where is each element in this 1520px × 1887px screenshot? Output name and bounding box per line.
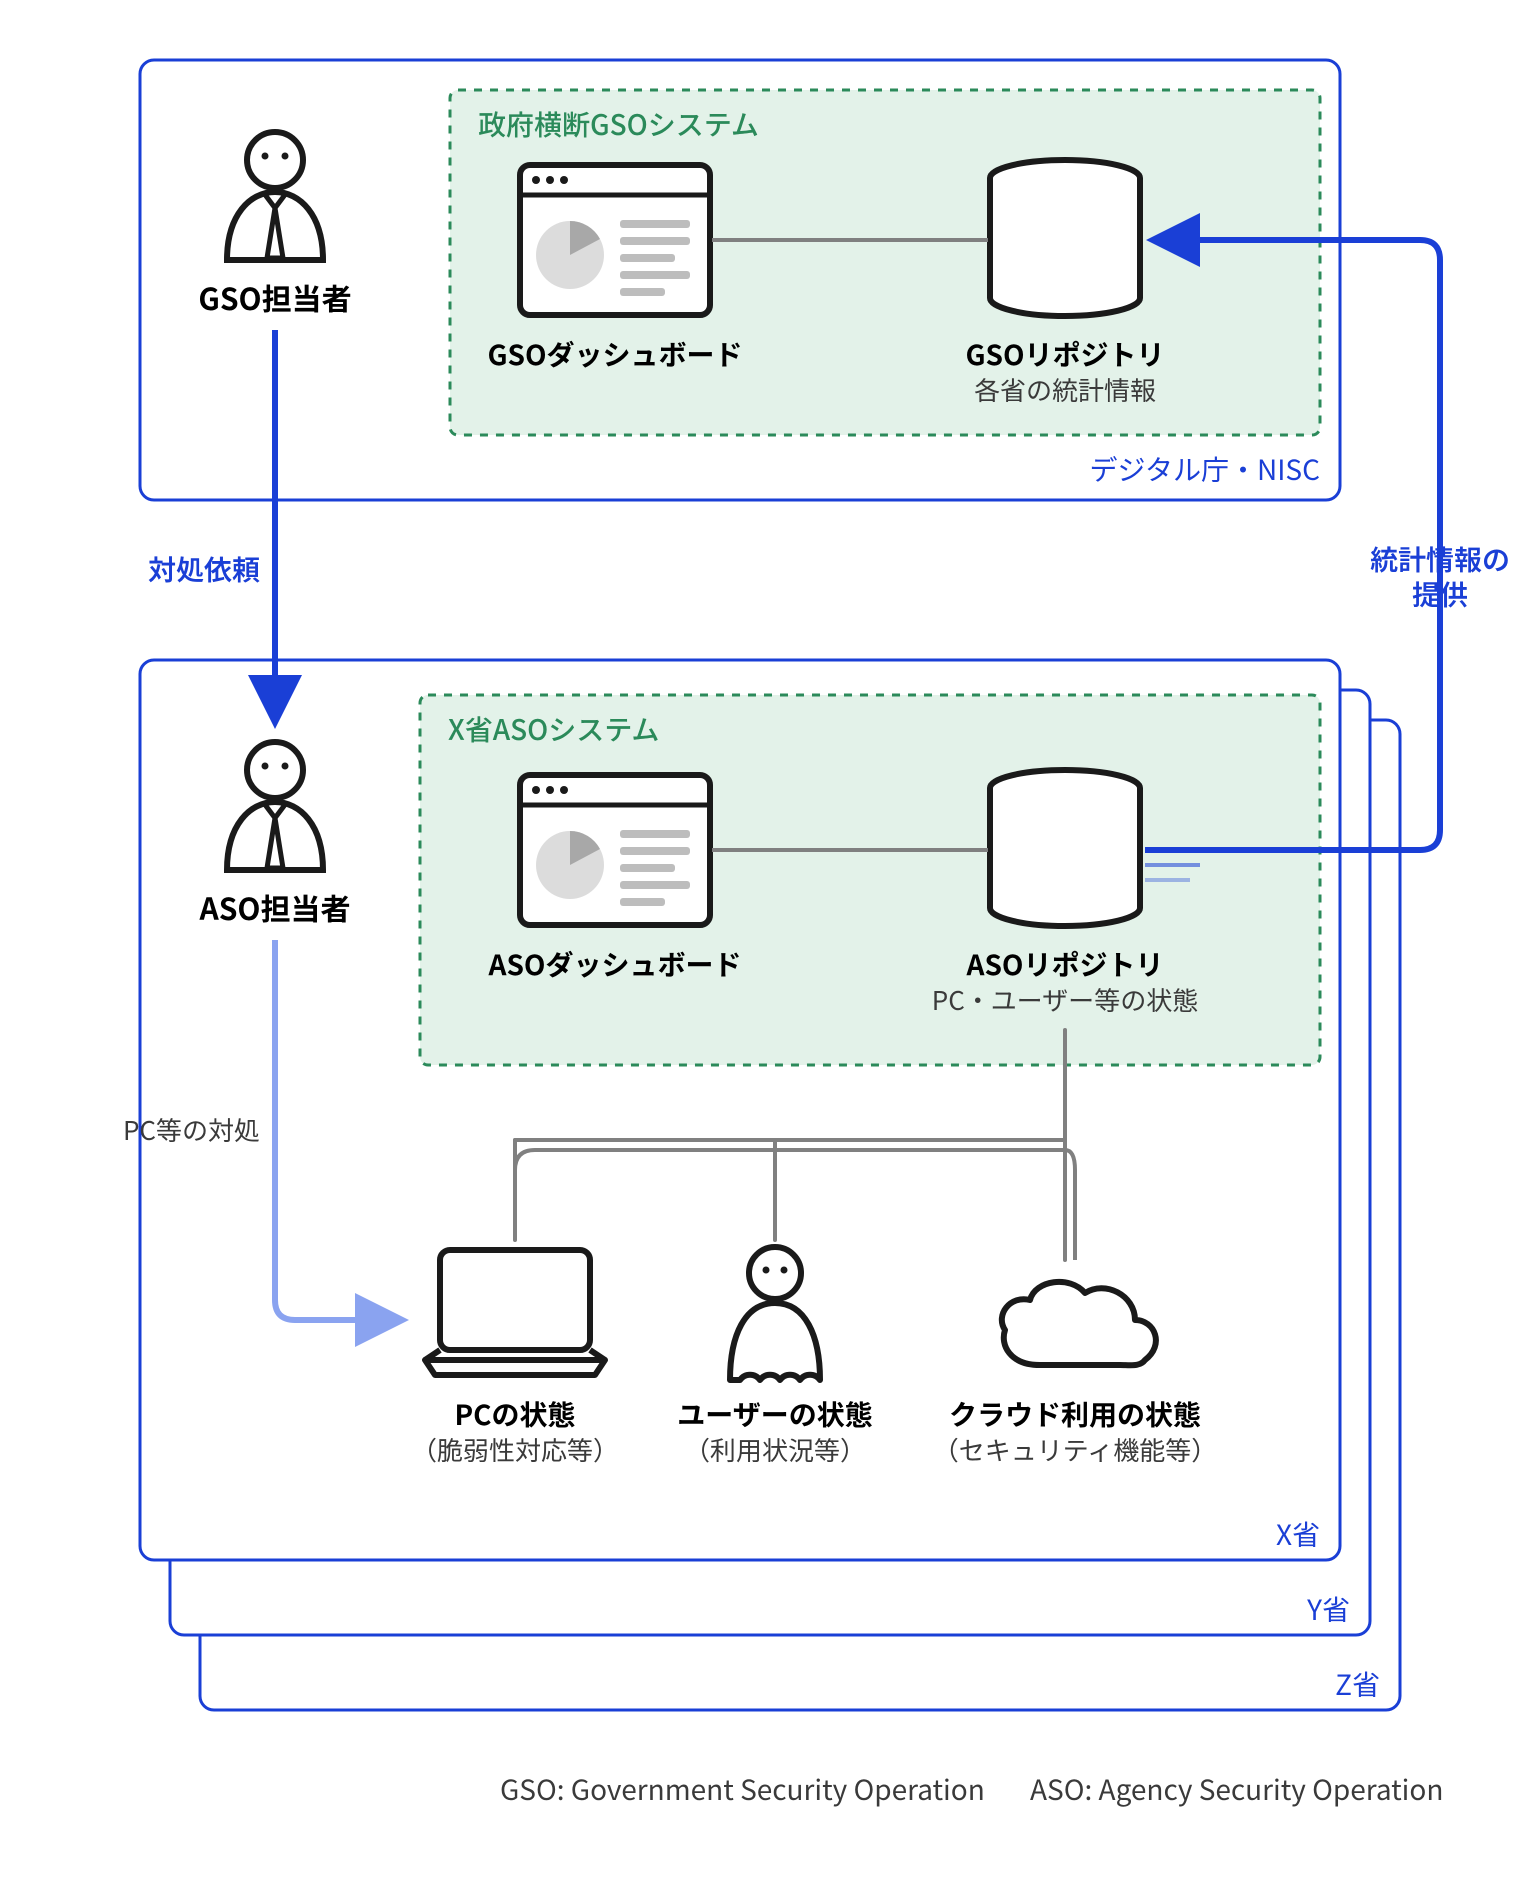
dashboard-icon — [520, 775, 710, 925]
stats-arrow-label-1: 統計情報の — [1370, 539, 1510, 579]
user-title: ユーザーの状態 — [677, 1394, 872, 1434]
stats-arrow-label-2: 提供 — [1412, 574, 1468, 614]
gso-system-title: 政府横断GSOシステム — [478, 104, 759, 144]
diagram-canvas: デジタル庁・NISC GSO担当者 政府横断GSOシステム GSOダッシュボード… — [0, 0, 1520, 1882]
pc-action-label: PC等の対処 — [123, 1111, 260, 1148]
database-icon — [990, 770, 1140, 926]
z-ministry-label: Z省 — [1335, 1664, 1380, 1704]
y-ministry-label: Y省 — [1306, 1589, 1350, 1629]
gso-dashboard-label: GSOダッシュボード — [487, 334, 742, 374]
user-sub: （利用状況等） — [684, 1431, 866, 1468]
person-icon — [227, 132, 323, 260]
x-ministry-label: X省 — [1276, 1514, 1320, 1554]
aso-repo-title: ASOリポジトリ — [966, 944, 1164, 984]
aso-dashboard-label: ASOダッシュボード — [488, 944, 742, 984]
request-arrow-label: 対処依頼 — [148, 549, 260, 589]
dashboard-icon — [520, 165, 710, 315]
top-org-label: デジタル庁・NISC — [1090, 449, 1320, 489]
database-icon — [990, 160, 1140, 316]
cloud-sub: （セキュリティ機能等） — [933, 1431, 1217, 1468]
gso-repo-sub: 各省の統計情報 — [974, 371, 1156, 408]
pc-sub: （脆弱性対応等） — [411, 1431, 619, 1468]
aso-person-label: ASO担当者 — [198, 885, 350, 929]
legend-aso: ASO: Agency Security Operation — [1030, 1769, 1443, 1809]
pc-title: PCの状態 — [454, 1394, 575, 1434]
aso-repo-sub: PC・ユーザー等の状態 — [932, 981, 1199, 1018]
aso-system-title: X省ASOシステム — [448, 709, 659, 749]
cloud-title: クラウド利用の状態 — [949, 1394, 1201, 1434]
legend-gso: GSO: Government Security Operation — [500, 1769, 985, 1809]
gso-repo-title: GSOリポジトリ — [965, 334, 1164, 374]
gso-person-label: GSO担当者 — [198, 275, 351, 319]
